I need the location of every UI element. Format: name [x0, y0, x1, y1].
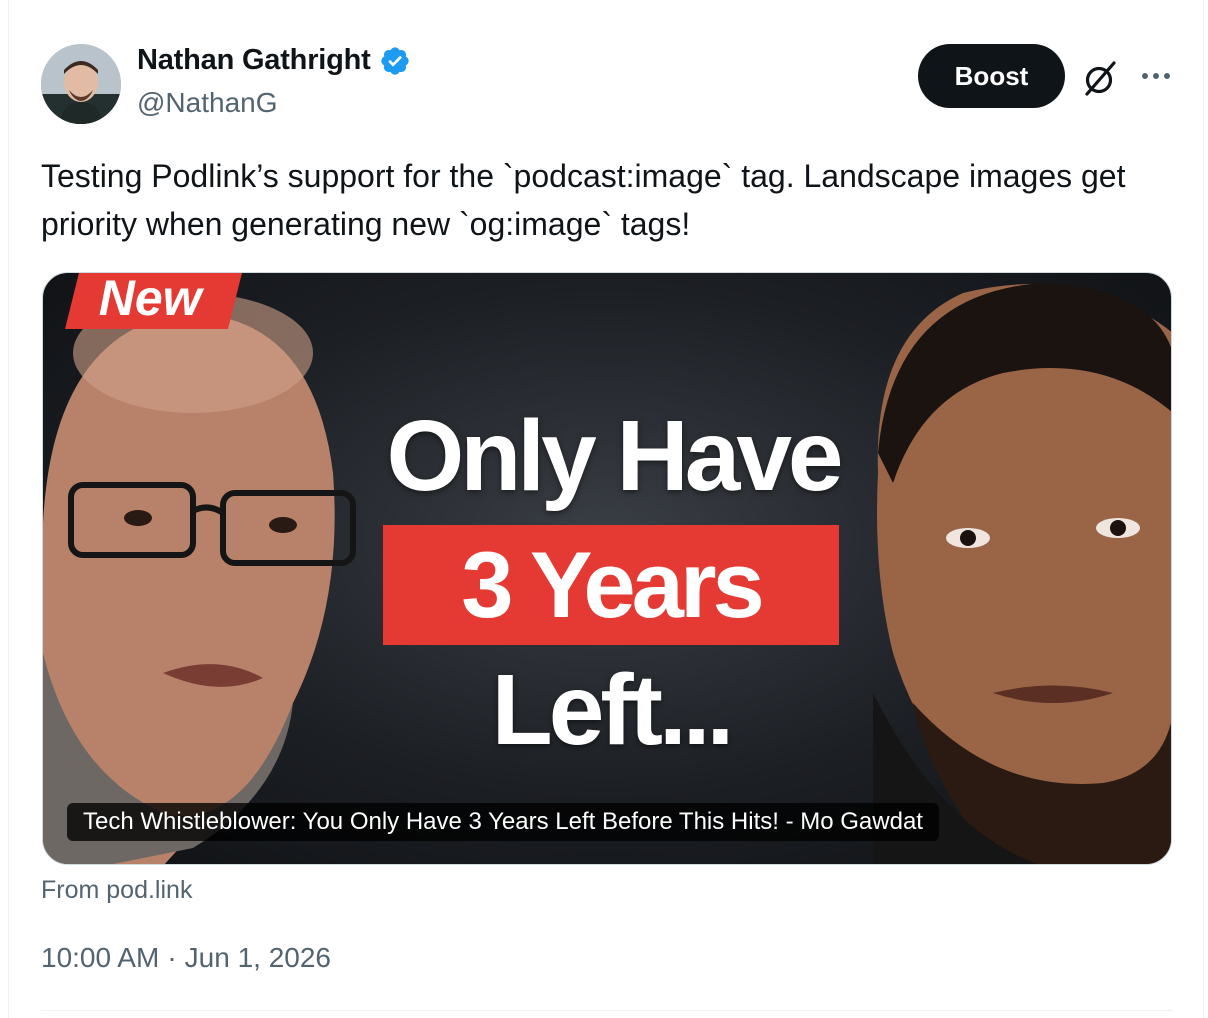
timestamp-separator: · — [167, 942, 177, 973]
post-time[interactable]: 10:00 AM — [41, 942, 159, 974]
verified-badge-icon — [380, 46, 409, 75]
card-title[interactable]: Tech Whistleblower: You Only Have 3 Year… — [67, 803, 939, 841]
author-name-row[interactable]: Nathan Gathright — [137, 44, 411, 77]
post-date[interactable]: Jun 1, 2026 — [185, 942, 331, 974]
author-name[interactable]: Nathan Gathright — [137, 44, 371, 77]
card-source-link[interactable]: From pod.link — [41, 876, 192, 905]
link-card[interactable]: New Only Have 3 Years Left... Tech Whist… — [42, 272, 1172, 865]
card-headline-line2: 3 Years — [383, 525, 839, 645]
boost-button[interactable]: Boost — [918, 44, 1065, 108]
more-icon[interactable] — [1138, 60, 1174, 92]
post-timestamp[interactable]: 10:00 AM · Jun 1, 2026 — [41, 942, 331, 974]
new-badge: New — [65, 273, 244, 329]
card-headline-line1: Only Have — [386, 400, 843, 512]
avatar-photo — [41, 44, 121, 124]
divider — [41, 1010, 1173, 1011]
grok-icon[interactable] — [1080, 58, 1120, 98]
author-avatar[interactable] — [41, 44, 121, 124]
author-handle[interactable]: @NathanG — [137, 87, 278, 119]
post-text: Testing Podlink’s support for the `podca… — [41, 158, 1126, 242]
card-headline-line3: Left... — [491, 654, 735, 766]
